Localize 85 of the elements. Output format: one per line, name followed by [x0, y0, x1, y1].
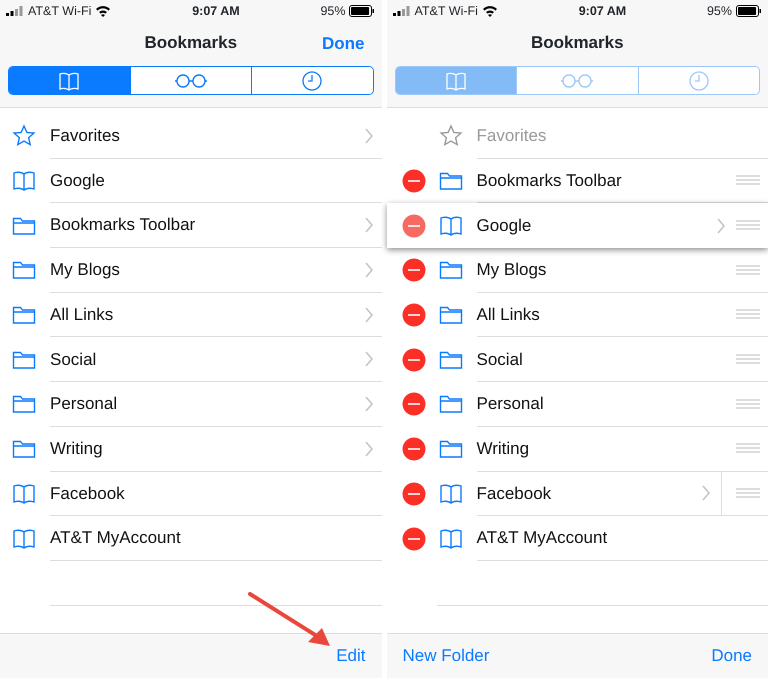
folder-label[interactable]: My Blogs — [50, 257, 120, 283]
folder-label[interactable]: Personal — [50, 391, 118, 417]
segment-tab[interactable] — [638, 67, 759, 94]
drag-handle[interactable] — [736, 354, 760, 364]
edit-button[interactable]: Edit — [336, 643, 366, 669]
folder-label[interactable]: Writing — [50, 436, 103, 462]
battery-percent: 95% — [706, 2, 732, 20]
folder-label[interactable]: My Blogs — [476, 257, 546, 283]
bookmark-label[interactable]: Google — [50, 168, 105, 194]
book-icon — [438, 214, 462, 237]
folder-label[interactable]: Social — [476, 346, 523, 372]
status-time: 9:07 AM — [578, 2, 626, 20]
folder-icon — [438, 305, 462, 326]
drag-handle[interactable] — [736, 398, 760, 409]
folder-label[interactable]: Bookmarks Toolbar — [50, 212, 196, 238]
folder-label[interactable]: Social — [50, 346, 96, 372]
drag-handle[interactable] — [736, 488, 760, 498]
bookmark-label[interactable]: AT&T MyAccount — [476, 525, 608, 551]
book-icon — [438, 482, 462, 505]
drag-handle[interactable] — [736, 309, 760, 320]
folder-icon — [12, 439, 36, 460]
bookmark-label[interactable]: AT&T MyAccount — [50, 525, 181, 551]
clock-icon — [301, 70, 324, 92]
signal-icon — [392, 6, 410, 16]
done-button[interactable]: Done — [322, 31, 364, 56]
wifi-icon — [95, 5, 112, 17]
glasses-icon — [174, 72, 208, 88]
star-icon — [12, 124, 36, 148]
folder-icon — [12, 260, 36, 280]
wifi-icon — [482, 5, 498, 17]
folder-icon — [12, 350, 36, 370]
delete-button[interactable] — [402, 348, 426, 372]
nav-title: Bookmarks — [144, 32, 238, 54]
new-folder-button[interactable]: New Folder — [402, 643, 490, 668]
battery-icon — [736, 5, 762, 17]
nav-title: Bookmarks — [530, 32, 624, 54]
delete-button[interactable] — [402, 526, 426, 551]
carrier-name: AT&T Wi-Fi — [28, 2, 92, 20]
folder-icon — [438, 394, 462, 414]
book-icon — [12, 528, 36, 550]
bookmark-label[interactable]: Facebook — [50, 480, 125, 506]
delete-button[interactable] — [402, 437, 426, 462]
folder-label[interactable]: All Links — [476, 302, 540, 328]
folder-label[interactable]: Writing — [476, 436, 530, 462]
drag-handle[interactable] — [736, 264, 760, 275]
drag-handle[interactable] — [736, 220, 760, 230]
bookmark-label[interactable]: Google — [476, 212, 532, 238]
segment-tab[interactable] — [130, 67, 251, 94]
battery-icon — [349, 5, 376, 17]
segment-tab[interactable] — [396, 67, 516, 94]
status-time: 9:07 AM — [192, 2, 240, 20]
book-icon — [12, 170, 36, 192]
battery-percent: 95% — [320, 2, 346, 20]
book-icon — [58, 70, 80, 90]
delete-button[interactable] — [402, 392, 426, 416]
done-button[interactable]: Done — [711, 643, 752, 669]
folder-icon — [438, 260, 462, 280]
bookmark-label[interactable]: Facebook — [476, 480, 552, 506]
signal-icon — [6, 6, 24, 16]
delete-button[interactable] — [402, 169, 426, 194]
folder-icon — [12, 305, 36, 326]
bookmark-label[interactable]: Favorites — [50, 123, 120, 149]
segment-tab[interactable] — [251, 67, 372, 94]
drag-handle[interactable] — [736, 175, 760, 186]
folder-icon — [12, 216, 36, 236]
book-icon — [438, 528, 462, 550]
delete-button[interactable] — [402, 482, 426, 506]
segment-tab[interactable] — [9, 67, 130, 94]
folder-icon — [438, 171, 462, 192]
delete-button[interactable] — [402, 214, 426, 238]
delete-button[interactable] — [402, 258, 426, 282]
folder-icon — [438, 350, 462, 370]
book-icon — [12, 482, 36, 505]
folder-label[interactable]: Personal — [476, 391, 544, 417]
folder-icon — [438, 439, 462, 460]
drag-handle[interactable] — [736, 443, 760, 454]
book-icon — [444, 70, 467, 90]
segment-tab[interactable] — [516, 67, 638, 94]
glasses-icon — [560, 72, 594, 88]
folder-label[interactable]: Bookmarks Toolbar — [476, 168, 622, 194]
carrier-name: AT&T Wi-Fi — [414, 2, 478, 20]
folder-icon — [12, 394, 36, 414]
folder-label[interactable]: All Links — [50, 302, 114, 328]
delete-button[interactable] — [402, 303, 426, 328]
clock-icon — [688, 70, 710, 92]
